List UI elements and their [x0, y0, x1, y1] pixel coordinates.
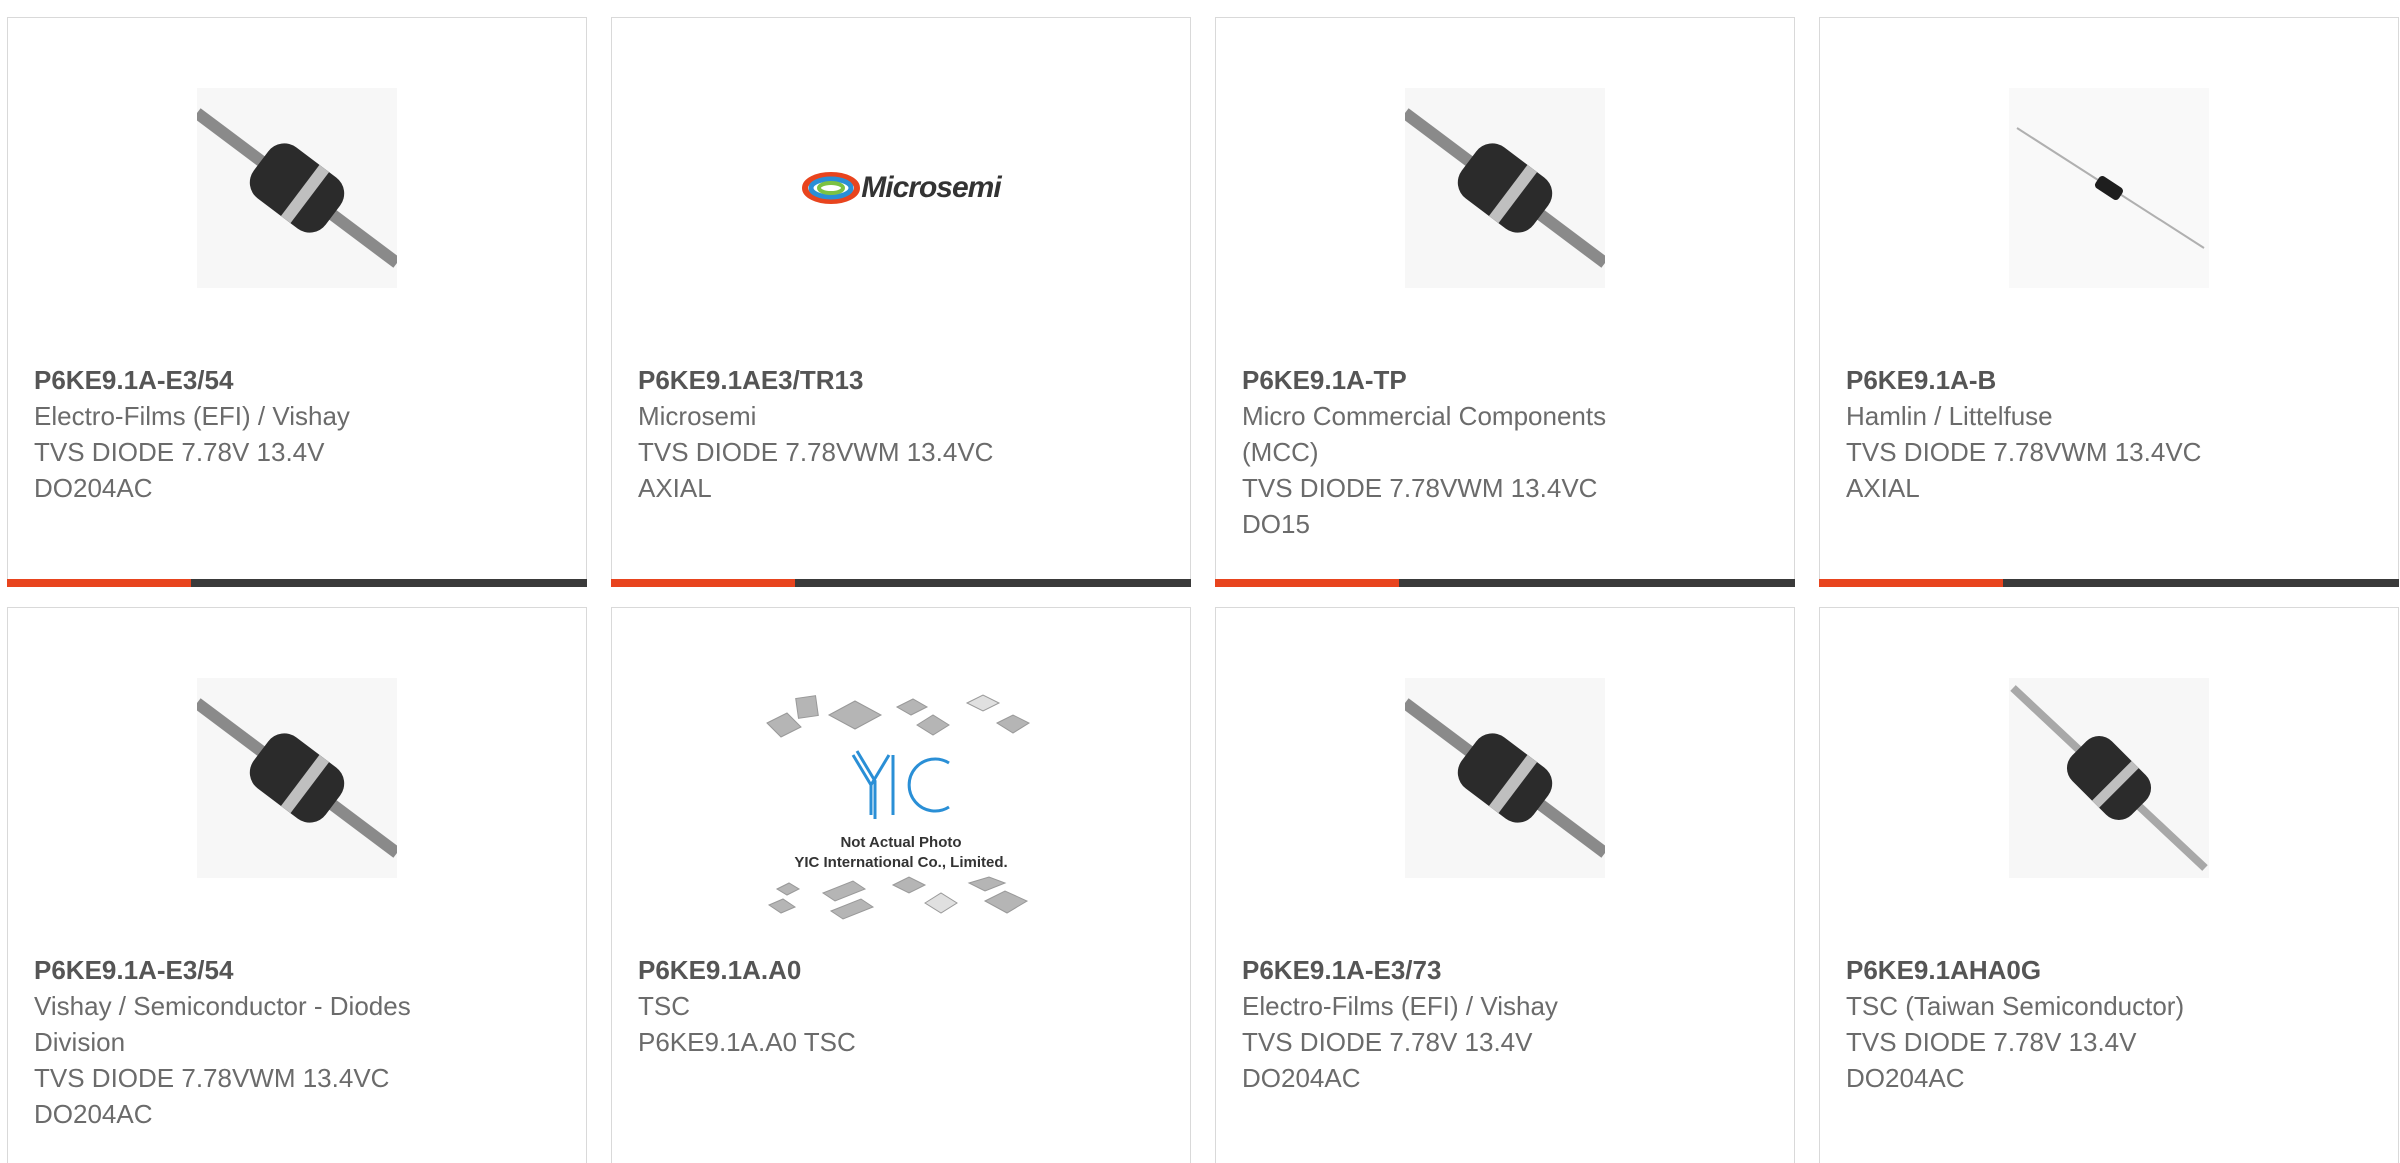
- product-card[interactable]: Not Actual Photo YIC International Co., …: [611, 607, 1191, 1163]
- product-image[interactable]: [8, 678, 586, 878]
- product-image[interactable]: Not Actual Photo YIC International Co., …: [612, 693, 1190, 933]
- part-number[interactable]: P6KE9.1A-E3/54: [34, 362, 466, 398]
- part-number[interactable]: P6KE9.1AE3/TR13: [638, 362, 1070, 398]
- product-image[interactable]: [8, 88, 586, 288]
- product-card[interactable]: P6KE9.1A-B Hamlin / Littelfuse TVS DIODE…: [1819, 17, 2399, 587]
- part-number[interactable]: P6KE9.1A-B: [1846, 362, 2278, 398]
- product-image[interactable]: [1820, 88, 2398, 288]
- product-grid: P6KE9.1A-E3/54 Electro-Films (EFI) / Vis…: [0, 0, 2400, 1163]
- description: TVS DIODE 7.78V 13.4V: [34, 437, 325, 467]
- yic-placeholder-icon: Not Actual Photo YIC International Co., …: [766, 694, 1031, 920]
- package: DO204AC: [1846, 1063, 1965, 1093]
- axial-diode-icon: [1405, 678, 1605, 878]
- package: DO204AC: [34, 473, 153, 503]
- axial-diode-icon: [1405, 88, 1605, 288]
- package: DO204AC: [34, 1099, 153, 1129]
- description: TVS DIODE 7.78V 13.4V: [1242, 1027, 1533, 1057]
- part-number[interactable]: P6KE9.1AHA0G: [1846, 952, 2278, 988]
- manufacturer: Electro-Films (EFI) / Vishay: [1242, 991, 1558, 1021]
- product-card[interactable]: P6KE9.1A-E3/54 Vishay / Semiconductor - …: [7, 607, 587, 1163]
- description: TVS DIODE 7.78VWM 13.4VC: [1846, 437, 2202, 467]
- description: TVS DIODE 7.78V 13.4V: [1846, 1027, 2137, 1057]
- product-image[interactable]: [1820, 678, 2398, 878]
- manufacturer-cont: (MCC): [1242, 437, 1319, 467]
- axial-diode-icon: [197, 88, 397, 288]
- part-number[interactable]: P6KE9.1A-TP: [1242, 362, 1674, 398]
- microsemi-logo-icon: [802, 172, 861, 204]
- package: DO204AC: [1242, 1063, 1361, 1093]
- manufacturer: Micro Commercial Components: [1242, 401, 1607, 431]
- card-footer-bar: [611, 579, 1191, 587]
- axial-diode-angled-icon: [2009, 678, 2209, 878]
- product-image[interactable]: Microsemi: [612, 88, 1190, 288]
- description: TVS DIODE 7.78VWM 13.4VC: [638, 437, 994, 467]
- placeholder-company: YIC International Co., Limited.: [794, 854, 1007, 871]
- axial-diode-small-icon: [2009, 88, 2209, 288]
- product-image[interactable]: [1216, 88, 1794, 288]
- package: AXIAL: [1846, 473, 1920, 503]
- microsemi-logo-text: Microsemi: [861, 171, 1001, 204]
- product-card[interactable]: P6KE9.1AHA0G TSC (Taiwan Semiconductor) …: [1819, 607, 2399, 1163]
- part-number[interactable]: P6KE9.1A.A0: [638, 952, 1070, 988]
- placeholder-note: Not Actual Photo: [840, 834, 961, 851]
- product-card[interactable]: Microsemi P6KE9.1AE3/TR13 Microsemi TVS …: [611, 17, 1191, 587]
- manufacturer: Hamlin / Littelfuse: [1846, 401, 2053, 431]
- card-footer-bar: [1215, 579, 1795, 587]
- product-image[interactable]: [1216, 678, 1794, 878]
- card-footer-bar: [1819, 579, 2399, 587]
- manufacturer: Vishay / Semiconductor - Diodes: [34, 991, 411, 1021]
- manufacturer: TSC: [638, 991, 690, 1021]
- description: TVS DIODE 7.78VWM 13.4VC: [1242, 473, 1598, 503]
- manufacturer-cont: Division: [34, 1027, 126, 1057]
- package: DO15: [1242, 509, 1310, 539]
- product-card[interactable]: P6KE9.1A-E3/54 Electro-Films (EFI) / Vis…: [7, 17, 587, 587]
- card-footer-bar: [7, 579, 587, 587]
- description: P6KE9.1A.A0 TSC: [638, 1027, 856, 1057]
- manufacturer: Electro-Films (EFI) / Vishay: [34, 401, 350, 431]
- axial-diode-icon: [197, 678, 397, 878]
- description: TVS DIODE 7.78VWM 13.4VC: [34, 1063, 390, 1093]
- manufacturer: Microsemi: [638, 401, 757, 431]
- package: AXIAL: [638, 473, 712, 503]
- product-card[interactable]: P6KE9.1A-E3/73 Electro-Films (EFI) / Vis…: [1215, 607, 1795, 1163]
- manufacturer: TSC (Taiwan Semiconductor): [1846, 991, 2185, 1021]
- part-number[interactable]: P6KE9.1A-E3/73: [1242, 952, 1674, 988]
- product-card[interactable]: P6KE9.1A-TP Micro Commercial Components …: [1215, 17, 1795, 587]
- part-number[interactable]: P6KE9.1A-E3/54: [34, 952, 466, 988]
